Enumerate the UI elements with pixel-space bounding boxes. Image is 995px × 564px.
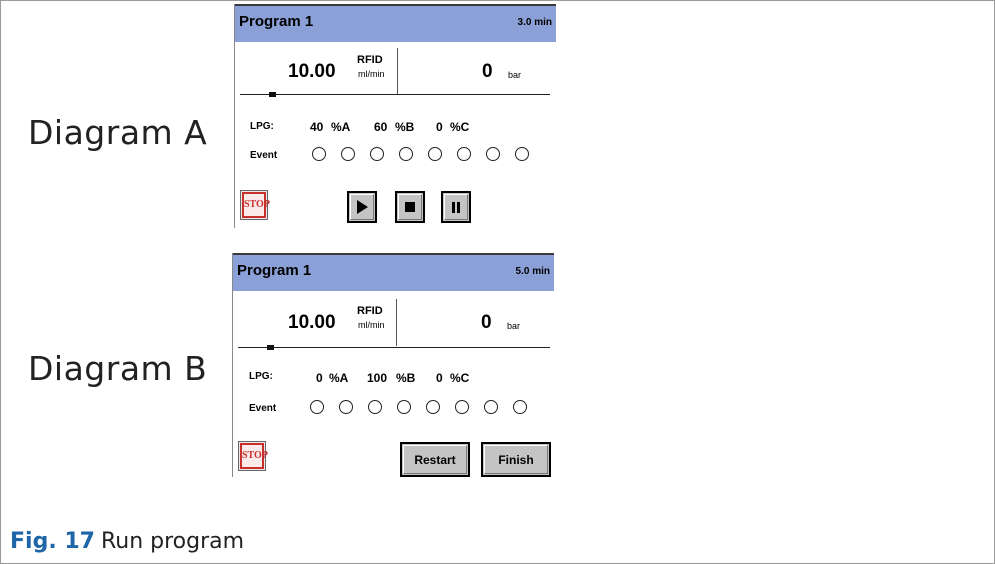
lpg-a-unit: %A	[331, 120, 351, 134]
event-label: Event	[250, 150, 278, 161]
lpg-c-unit: %C	[450, 120, 470, 134]
event-indicator[interactable]	[428, 147, 442, 161]
event-label: Event	[249, 403, 277, 414]
diagram-a-screen: Program 1 3.0 min 10.00 RFID ml/min 0 ba…	[234, 4, 556, 228]
divider	[396, 299, 397, 346]
figure-caption: Fig. 17 Run program	[10, 529, 244, 554]
lpg-label: LPG:	[250, 121, 274, 132]
stop-label: STOP	[240, 443, 268, 469]
event-indicator[interactable]	[312, 147, 326, 161]
pressure-value: 0	[482, 61, 493, 82]
stop-icon	[405, 202, 415, 212]
diagram-a-label: Diagram A	[28, 113, 208, 152]
title-bar: Program 1 3.0 min	[235, 4, 556, 42]
finish-label: Finish	[498, 452, 534, 467]
play-icon	[357, 200, 368, 214]
flow-value: 10.00	[288, 312, 336, 333]
rfid-label: RFID	[357, 305, 383, 317]
pressure-value: 0	[481, 312, 492, 333]
event-indicator[interactable]	[455, 400, 469, 414]
flow-slider-thumb[interactable]	[269, 92, 276, 97]
diagram-b-screen: Program 1 5.0 min 10.00 RFID ml/min 0 ba…	[232, 253, 554, 477]
pause-icon	[452, 201, 460, 213]
flow-unit: ml/min	[358, 69, 385, 79]
finish-button[interactable]: Finish	[481, 442, 551, 477]
stop-button[interactable]: STOP	[240, 190, 270, 220]
pressure-unit: bar	[507, 321, 521, 331]
lpg-b-unit: %B	[395, 120, 415, 134]
figure-number: Fig. 17	[10, 529, 95, 554]
flow-unit: ml/min	[358, 320, 385, 330]
caption-text: Run program	[100, 529, 245, 554]
play-button[interactable]	[347, 191, 377, 223]
stop-button[interactable]: STOP	[238, 441, 268, 471]
stop-run-button[interactable]	[395, 191, 425, 223]
pause-button[interactable]	[441, 191, 471, 223]
flow-value: 10.00	[288, 61, 336, 82]
lpg-a-value: 0	[316, 371, 323, 385]
lpg-label: LPG:	[249, 371, 273, 382]
diagram-b-label: Diagram B	[28, 349, 208, 388]
rfid-label: RFID	[357, 54, 383, 66]
event-indicator[interactable]	[397, 400, 411, 414]
event-indicator[interactable]	[457, 147, 471, 161]
event-indicator[interactable]	[515, 147, 529, 161]
event-indicator[interactable]	[368, 400, 382, 414]
event-indicator[interactable]	[310, 400, 324, 414]
lpg-c-unit: %C	[450, 371, 470, 385]
program-name: Program 1	[239, 13, 314, 30]
title-bar: Program 1 5.0 min	[233, 253, 554, 291]
stop-label: STOP	[242, 192, 270, 218]
lpg-c-value: 0	[436, 120, 443, 134]
lpg-b-value: 60	[374, 120, 388, 134]
restart-button[interactable]: Restart	[400, 442, 470, 477]
program-name: Program 1	[237, 262, 312, 279]
lpg-a-unit: %A	[329, 371, 349, 385]
lpg-b-value: 100	[367, 371, 388, 385]
program-time: 5.0 min	[515, 266, 550, 277]
event-indicator[interactable]	[484, 400, 498, 414]
restart-label: Restart	[414, 452, 456, 467]
event-indicator[interactable]	[341, 147, 355, 161]
event-indicator[interactable]	[339, 400, 353, 414]
event-indicator[interactable]	[399, 147, 413, 161]
flow-slider-track[interactable]	[240, 94, 550, 95]
event-indicator[interactable]	[426, 400, 440, 414]
program-time: 3.0 min	[517, 17, 552, 28]
lpg-b-unit: %B	[396, 371, 416, 385]
pressure-unit: bar	[508, 70, 522, 80]
event-indicator[interactable]	[513, 400, 527, 414]
event-indicator[interactable]	[370, 147, 384, 161]
event-indicator[interactable]	[486, 147, 500, 161]
flow-slider-track[interactable]	[238, 347, 550, 348]
lpg-c-value: 0	[436, 371, 443, 385]
divider	[397, 48, 398, 95]
flow-slider-thumb[interactable]	[267, 345, 274, 350]
lpg-a-value: 40	[310, 120, 324, 134]
